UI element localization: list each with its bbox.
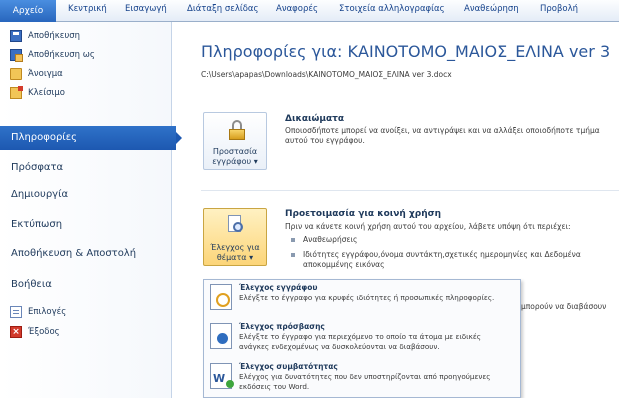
- tab-insert[interactable]: Εισαγωγή: [125, 4, 167, 14]
- menu-item-check-accessibility[interactable]: Έλεγχος πρόσβασης Ελέγξτε το έγγραφο για…: [204, 319, 520, 357]
- bullet-revisions: Αναθεωρήσεις: [291, 235, 357, 244]
- hidden-section-text: μπορούν να διαβάσουν: [521, 302, 607, 311]
- tab-review[interactable]: Αναθεώρηση: [464, 4, 519, 14]
- nav-item-help[interactable]: Βοήθεια: [0, 273, 172, 297]
- tab-references[interactable]: Αναφορές: [276, 4, 318, 14]
- check-button-label-1: Έλεγχος για: [210, 243, 260, 252]
- exit-command[interactable]: × Έξοδος: [10, 324, 60, 340]
- protect-button-label-2: εγγράφου ▾: [212, 157, 258, 166]
- folder-close-icon: [10, 86, 23, 99]
- section-divider: [201, 190, 619, 191]
- compatibility-desc: Ελέγχος για δυνατότητες που δεν υποστηρί…: [239, 372, 491, 391]
- bullet-square-icon: [291, 253, 295, 257]
- compatibility-icon: [210, 363, 234, 389]
- check-for-issues-menu: Έλεγχος εγγράφου Ελέγξτε το έγγραφο για …: [203, 279, 521, 398]
- inspect-desc: Ελέγξτε το έγγραφο για κρυφές ιδιότητες …: [239, 293, 495, 302]
- backstage-nav: Αποθήκευση Αποθήκευση ως Άνοιγμα Κλείσιμ…: [0, 22, 182, 398]
- close-command[interactable]: Κλείσιμο: [10, 85, 65, 101]
- check-button-label-2: θέματα ▾: [216, 253, 254, 262]
- check-document-icon: [228, 215, 245, 237]
- options-label: Επιλογές: [28, 307, 67, 317]
- protect-document-button[interactable]: Προστασία εγγράφου ▾: [203, 112, 267, 170]
- bullet-properties-cont: αποκομμένης εικόνας: [303, 260, 385, 269]
- options-command[interactable]: Επιλογές: [10, 304, 66, 320]
- accessibility-title: Έλεγχος πρόσβασης: [239, 322, 325, 331]
- save-label: Αποθήκευση: [28, 31, 81, 41]
- prepare-text: Πριν να κάνετε κοινή χρήση αυτού του αρχ…: [285, 222, 571, 231]
- tab-file[interactable]: Αρχείο: [0, 0, 56, 22]
- check-for-issues-button[interactable]: Έλεγχος για θέματα ▾: [203, 208, 267, 266]
- exit-label: Έξοδος: [28, 327, 60, 337]
- options-icon: [10, 306, 22, 318]
- close-label: Κλείσιμο: [28, 88, 65, 98]
- bullet-properties: Ιδιότητες εγγράφου,όνομα συντάκτη,σχετικ…: [291, 250, 581, 259]
- nav-item-new[interactable]: Δημιουργία: [0, 183, 172, 207]
- ribbon-tab-strip: Αρχείο Κεντρική Εισαγωγή Διάταξη σελίδας…: [0, 0, 619, 22]
- inspect-document-icon: [210, 284, 232, 310]
- page-title: Πληροφορίες για: ΚΑΙΝΟΤΟΜΟ_ΜΑΙΟΣ_ΕΛΙΝΑ v…: [201, 42, 611, 61]
- save-icon: [10, 30, 22, 42]
- protect-button-label-1: Προστασία: [212, 147, 258, 156]
- exit-icon: ×: [10, 326, 22, 338]
- accessibility-desc: Ελέγξτε το έγγραφο για περιεχόμενο το οπ…: [239, 332, 481, 351]
- open-command[interactable]: Άνοιγμα: [10, 66, 63, 82]
- bullet-square-icon: [291, 238, 295, 242]
- save-command[interactable]: Αποθήκευση: [10, 28, 80, 44]
- nav-item-recent[interactable]: Πρόσφατα: [0, 156, 172, 180]
- tab-page-layout[interactable]: Διάταξη σελίδας: [187, 4, 259, 14]
- save-as-command[interactable]: Αποθήκευση ως: [10, 47, 95, 63]
- tab-home[interactable]: Κεντρική: [68, 4, 107, 14]
- folder-open-icon: [10, 68, 22, 80]
- tab-view[interactable]: Προβολή: [540, 4, 578, 14]
- document-path: C:\Users\apapas\Downloads\ΚΑΙΝΟΤΟΜΟ_ΜΑΙΟ…: [201, 70, 452, 79]
- menu-item-inspect-document[interactable]: Έλεγχος εγγράφου Ελέγξτε το έγγραφο για …: [204, 280, 520, 318]
- inspect-title: Έλεγχος εγγράφου: [239, 283, 318, 292]
- permissions-heading: Δικαιώματα: [285, 114, 345, 124]
- tab-mailings[interactable]: Στοιχεία αλληλογραφίας: [339, 4, 445, 14]
- nav-item-info[interactable]: Πληροφορίες: [0, 126, 182, 150]
- prepare-heading: Προετοιμασία για κοινή χρήση: [285, 209, 442, 219]
- compatibility-title: Έλεγχος συμβατότητας: [239, 362, 338, 371]
- save-as-label: Αποθήκευση ως: [28, 50, 95, 60]
- menu-item-check-compatibility[interactable]: Έλεγχος συμβατότητας Ελέγχος για δυνατότ…: [204, 359, 520, 397]
- save-as-icon: [10, 49, 23, 62]
- open-label: Άνοιγμα: [28, 69, 63, 79]
- nav-item-print[interactable]: Εκτύπωση: [0, 213, 172, 237]
- accessibility-icon: [210, 323, 232, 349]
- nav-item-save-send[interactable]: Αποθήκευση & Αποστολή: [0, 242, 172, 266]
- lock-icon: [229, 120, 245, 140]
- permissions-text: Οποιοσδήποτε μπορεί να ανοίξει, να αντιγ…: [285, 126, 600, 145]
